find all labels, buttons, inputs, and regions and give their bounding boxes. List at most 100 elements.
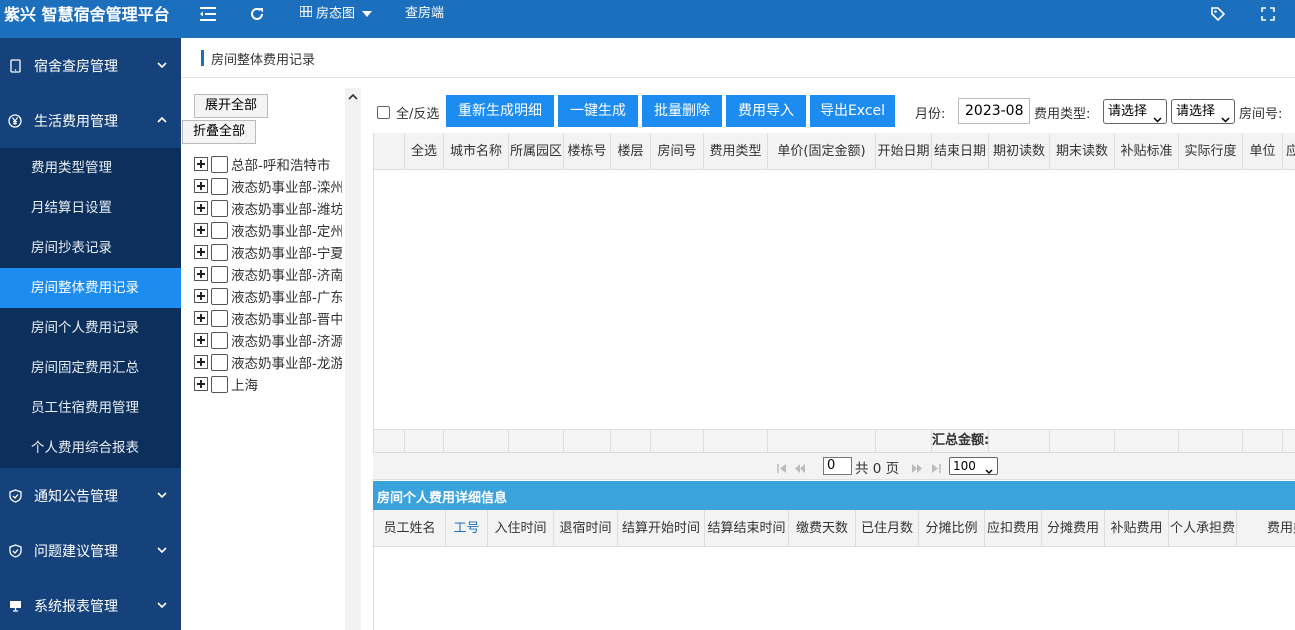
export-excel-button[interactable]: 导出Excel: [810, 95, 895, 127]
fee-type-select[interactable]: 请选择: [1103, 99, 1167, 124]
sidebar-item-personal-fee-report[interactable]: 个人费用综合报表: [0, 428, 181, 468]
tree-checkbox[interactable]: [211, 309, 228, 327]
batch-delete-button[interactable]: 批量删除: [642, 95, 722, 127]
tree-node[interactable]: 总部-呼和浩特市: [194, 154, 342, 174]
tree-checkbox[interactable]: [211, 331, 228, 349]
prev-page-icon[interactable]: [795, 462, 805, 473]
menu-group-suggestions[interactable]: 问题建议管理: [0, 523, 181, 578]
grid-header-cell[interactable]: 全选: [405, 133, 444, 170]
detail-header-cell[interactable]: 分摊比例: [919, 510, 985, 546]
grid-header-cell[interactable]: 实际行度: [1179, 133, 1243, 170]
grid-header-cell[interactable]: 单位: [1243, 133, 1283, 170]
detail-header-cell[interactable]: 入住时间: [488, 510, 554, 546]
tree-checkbox[interactable]: [211, 243, 228, 261]
tree-checkbox[interactable]: [211, 155, 228, 173]
menu-group-dorm-inspection[interactable]: 宿舍查房管理: [0, 38, 181, 93]
tree-node[interactable]: 液态奶事业部-宁夏: [194, 242, 342, 262]
sidebar-item-staff-lodging-fees[interactable]: 员工住宿费用管理: [0, 388, 181, 428]
one-click-generate-button[interactable]: 一键生成: [558, 95, 638, 127]
grid-header-cell[interactable]: 费用类型: [704, 133, 768, 170]
grid-header-cell[interactable]: 房间号: [651, 133, 704, 170]
expand-plus-icon[interactable]: [194, 179, 208, 193]
tree-node[interactable]: 液态奶事业部-潍坊: [194, 198, 342, 218]
tree-node[interactable]: 液态奶事业部-济南: [194, 264, 342, 284]
grid-header-cell[interactable]: 单价(固定金额): [768, 133, 876, 170]
expand-plus-icon[interactable]: [194, 223, 208, 237]
grid-header-cell[interactable]: 楼栋号: [564, 133, 611, 170]
sidebar-item-room-overall-fees[interactable]: 房间整体费用记录: [0, 268, 181, 308]
grid-header-cell[interactable]: 所属园区: [509, 133, 564, 170]
inspect-link[interactable]: 查房端: [405, 0, 444, 30]
expand-all-button[interactable]: 展开全部: [194, 94, 269, 118]
fullscreen-icon[interactable]: [1257, 4, 1279, 24]
detail-header-cell[interactable]: 应扣费用: [985, 510, 1042, 546]
expand-plus-icon[interactable]: [194, 267, 208, 281]
expand-plus-icon[interactable]: [194, 333, 208, 347]
tag-icon[interactable]: [1207, 4, 1229, 24]
expand-plus-icon[interactable]: [194, 157, 208, 171]
tree-scrollbar[interactable]: [345, 88, 361, 630]
tree-checkbox[interactable]: [211, 265, 228, 283]
expand-plus-icon[interactable]: [194, 289, 208, 303]
detail-header-cell[interactable]: 补贴费用: [1105, 510, 1169, 546]
detail-header-cell[interactable]: 退宿时间: [554, 510, 618, 546]
page-number-input[interactable]: 0: [823, 457, 852, 475]
room-map-menu[interactable]: 房态图: [299, 0, 373, 30]
detail-header-cell[interactable]: 分摊费用: [1042, 510, 1105, 546]
tree-node[interactable]: 液态奶事业部-济源: [194, 330, 342, 350]
first-page-icon[interactable]: [777, 462, 787, 473]
grid-header-cell[interactable]: 补贴标准: [1115, 133, 1179, 170]
select-all-toggle[interactable]: 全/反选: [377, 103, 439, 122]
sidebar-item-meter-records[interactable]: 房间抄表记录: [0, 228, 181, 268]
grid-header-cell[interactable]: 楼层: [611, 133, 651, 170]
menu-group-notices[interactable]: 通知公告管理: [0, 468, 181, 523]
expand-plus-icon[interactable]: [194, 201, 208, 215]
tree-node[interactable]: 液态奶事业部-滦州: [194, 176, 342, 196]
grid-header-cell[interactable]: 期初读数: [989, 133, 1050, 170]
tree-checkbox[interactable]: [211, 199, 228, 217]
tree-checkbox[interactable]: [211, 375, 228, 393]
month-input[interactable]: 2023-08: [958, 98, 1030, 124]
refresh-icon[interactable]: [246, 4, 268, 24]
detail-header-cell[interactable]: 结算结束时间: [705, 510, 789, 546]
expand-plus-icon[interactable]: [194, 377, 208, 391]
expand-plus-icon[interactable]: [194, 355, 208, 369]
menu-group-reports[interactable]: 系统报表管理: [0, 578, 181, 630]
scroll-up-icon[interactable]: [348, 91, 358, 101]
regenerate-detail-button[interactable]: 重新生成明细: [446, 95, 554, 127]
last-page-icon[interactable]: [931, 462, 941, 473]
tree-node[interactable]: 液态奶事业部-广东: [194, 286, 342, 306]
detail-header-cell[interactable]: 费用类: [1237, 510, 1295, 546]
sidebar-item-fixed-fee-summary[interactable]: 房间固定费用汇总: [0, 348, 181, 388]
detail-header-cell[interactable]: 已住月数: [856, 510, 919, 546]
tree-checkbox[interactable]: [211, 353, 228, 371]
next-page-icon[interactable]: [912, 462, 922, 473]
grid-header-cell[interactable]: 开始日期: [876, 133, 932, 170]
expand-plus-icon[interactable]: [194, 245, 208, 259]
detail-header-cell[interactable]: 员工姓名: [374, 510, 446, 546]
tree-node[interactable]: 液态奶事业部-晋中: [194, 308, 342, 328]
page-size-select[interactable]: 100: [949, 457, 998, 475]
detail-header-cell[interactable]: 结算开始时间: [618, 510, 705, 546]
grid-header-cell[interactable]: 城市名称: [444, 133, 509, 170]
tree-node[interactable]: 上海: [194, 374, 342, 394]
detail-header-cell[interactable]: 工号: [446, 510, 488, 546]
detail-header-cell[interactable]: 个人承担费: [1169, 510, 1237, 546]
select-all-checkbox[interactable]: [377, 106, 390, 119]
tree-checkbox[interactable]: [211, 177, 228, 195]
sidebar-item-fee-types[interactable]: 费用类型管理: [0, 148, 181, 188]
fee-import-button[interactable]: 费用导入: [726, 95, 806, 127]
expand-plus-icon[interactable]: [194, 311, 208, 325]
sidebar-item-settlement-day[interactable]: 月结算日设置: [0, 188, 181, 228]
grid-header-cell[interactable]: 应: [1283, 133, 1295, 170]
collapse-all-button[interactable]: 折叠全部: [182, 120, 257, 144]
tree-node[interactable]: 液态奶事业部-龙游: [194, 352, 342, 372]
tree-checkbox[interactable]: [211, 287, 228, 305]
sidebar-item-room-personal-fees[interactable]: 房间个人费用记录: [0, 308, 181, 348]
tree-checkbox[interactable]: [211, 221, 228, 239]
detail-header-cell[interactable]: 缴费天数: [789, 510, 856, 546]
tree-node[interactable]: 液态奶事业部-定州: [194, 220, 342, 240]
menu-toggle-icon[interactable]: [197, 4, 219, 24]
menu-group-living-fees[interactable]: 生活费用管理: [0, 93, 181, 148]
fee-subtype-select[interactable]: 请选择: [1171, 99, 1235, 124]
